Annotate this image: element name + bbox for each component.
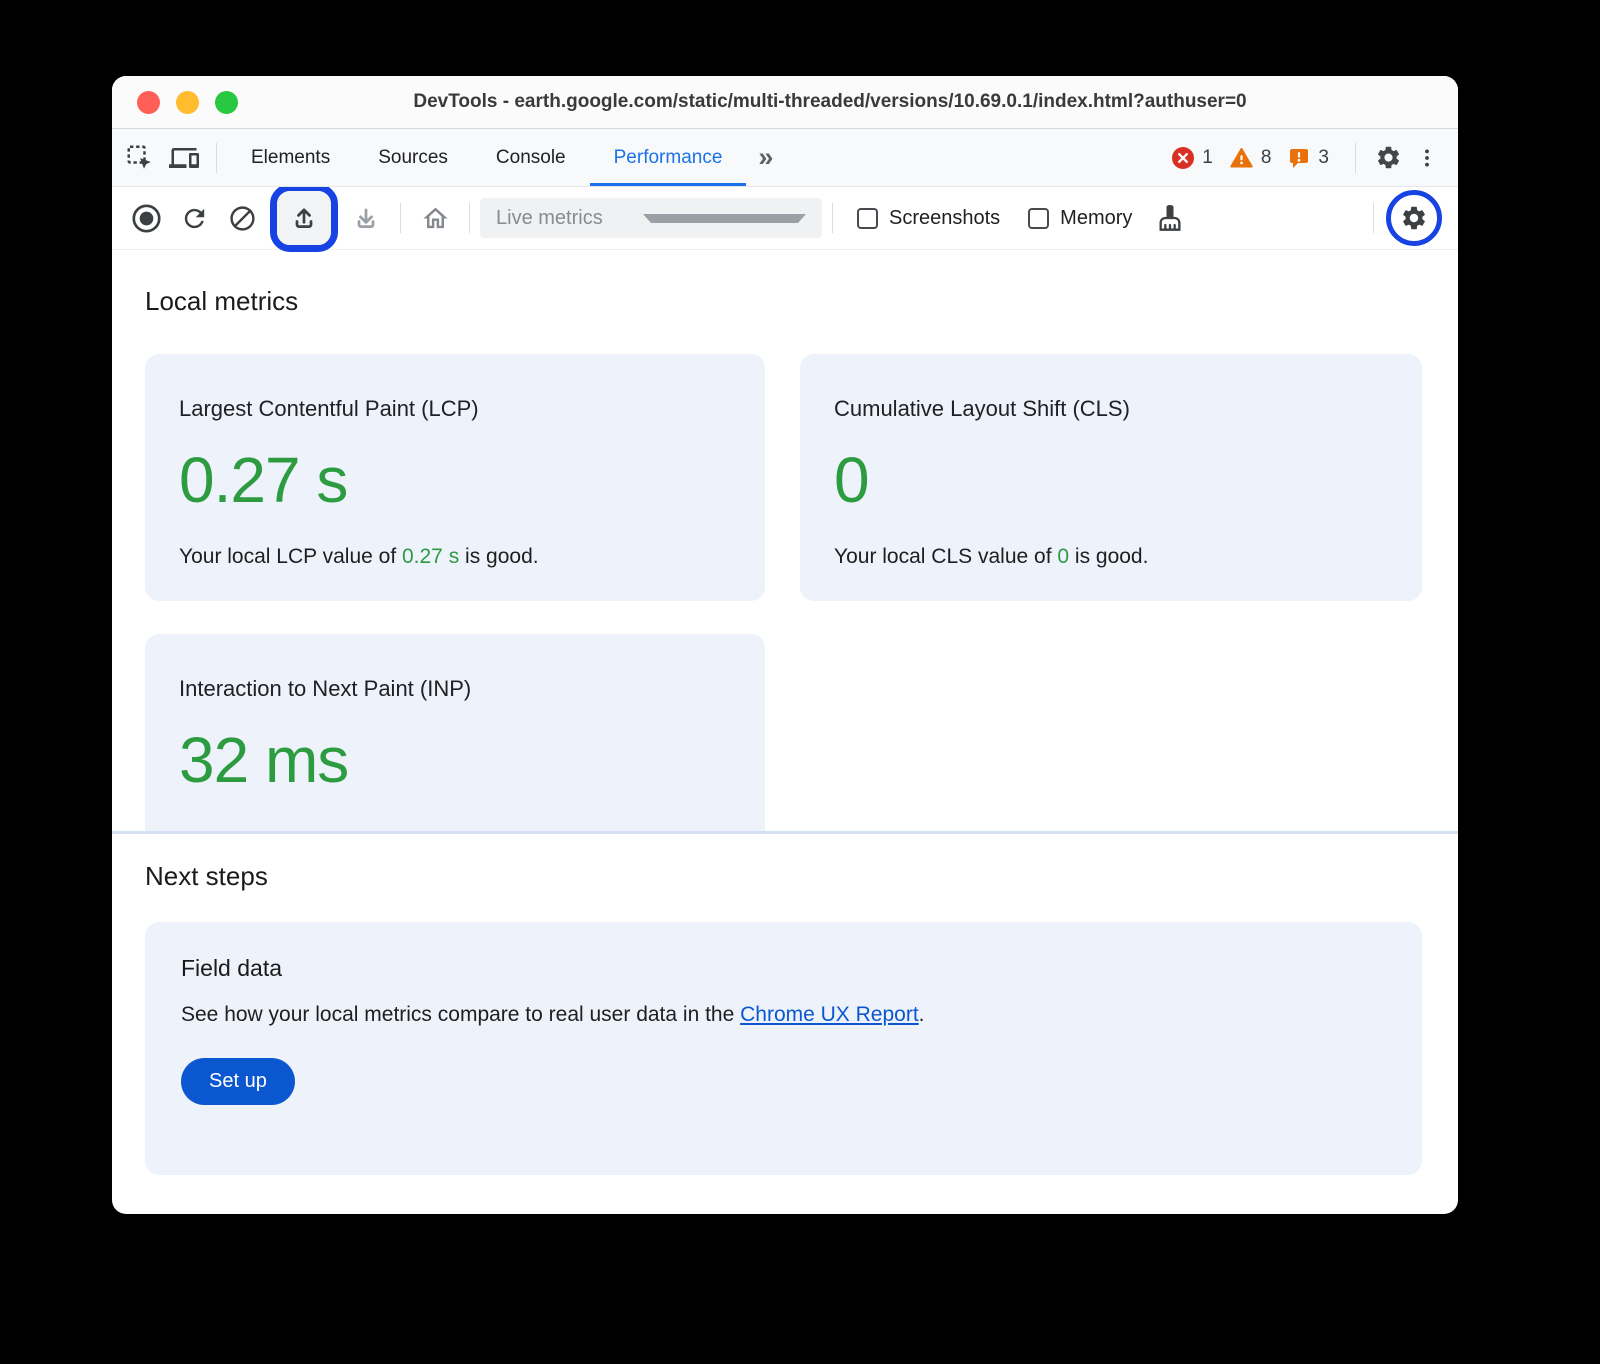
warning-count: 8 <box>1261 147 1272 169</box>
tab-elements[interactable]: Elements <box>227 129 354 186</box>
window-titlebar: DevTools - earth.google.com/static/multi… <box>112 76 1458 129</box>
issues-badge[interactable]: 3 <box>1287 146 1329 170</box>
minimize-window-button[interactable] <box>176 91 199 114</box>
lcp-description: Your local LCP value of 0.27 s is good. <box>179 545 731 569</box>
zoom-window-button[interactable] <box>215 91 238 114</box>
lcp-value: 0.27 s <box>179 448 731 512</box>
devtools-window: DevTools - earth.google.com/static/multi… <box>112 76 1458 1214</box>
next-steps-heading: Next steps <box>145 834 1422 922</box>
window-title: DevTools - earth.google.com/static/multi… <box>112 91 1458 113</box>
tab-sources[interactable]: Sources <box>354 129 472 186</box>
inp-value: 32 ms <box>179 728 731 792</box>
upload-annotation-highlight <box>270 184 338 252</box>
error-count: 1 <box>1202 147 1213 169</box>
more-tabs-button[interactable]: » <box>746 142 783 173</box>
cls-metric-card: Cumulative Layout Shift (CLS) 0 Your loc… <box>800 354 1422 601</box>
capture-settings-button[interactable] <box>1394 198 1434 238</box>
issues-icon <box>1287 146 1311 170</box>
console-errors-badge[interactable]: 1 <box>1171 146 1213 170</box>
field-data-text-prefix: See how your local metrics compare to re… <box>181 1003 740 1026</box>
devtools-tab-bar: Elements Sources Console Performance » 1… <box>112 129 1458 187</box>
record-and-reload-button[interactable] <box>170 194 218 242</box>
console-warnings-badge[interactable]: 8 <box>1229 146 1272 170</box>
settings-annotation-highlight <box>1386 190 1442 246</box>
memory-toggle[interactable]: Memory <box>1028 207 1132 230</box>
devtools-settings-button[interactable] <box>1366 136 1410 180</box>
cls-description: Your local CLS value of 0 is good. <box>834 545 1388 569</box>
lcp-desc-value: 0.27 s <box>402 545 459 568</box>
upload-icon <box>289 203 319 233</box>
chevron-down-icon <box>643 214 806 223</box>
home-icon <box>421 204 450 233</box>
performance-toolbar: Live metrics Screenshots Memory <box>112 187 1458 250</box>
save-profile-button[interactable] <box>342 194 390 242</box>
device-toolbar-icon <box>169 143 199 173</box>
clear-button[interactable] <box>218 194 266 242</box>
gear-icon <box>1375 144 1402 171</box>
cls-card-title: Cumulative Layout Shift (CLS) <box>834 396 1388 422</box>
load-profile-button[interactable] <box>277 191 331 245</box>
error-icon <box>1171 146 1195 170</box>
gear-icon <box>1400 204 1428 232</box>
warning-icon <box>1229 146 1254 170</box>
cleaning-brush-icon <box>1156 204 1184 232</box>
screenshots-checkbox[interactable] <box>857 208 878 229</box>
lcp-desc-suffix: is good. <box>459 545 538 568</box>
close-window-button[interactable] <box>137 91 160 114</box>
toolbar-divider <box>1373 203 1374 233</box>
home-button[interactable] <box>411 194 459 242</box>
history-dropdown-value: Live metrics <box>496 207 643 230</box>
memory-label: Memory <box>1060 207 1132 230</box>
record-icon <box>131 203 162 234</box>
record-button[interactable] <box>122 194 170 242</box>
download-icon <box>351 203 381 233</box>
cls-desc-prefix: Your local CLS value of <box>834 545 1057 568</box>
chrome-ux-report-link[interactable]: Chrome UX Report <box>740 1003 919 1026</box>
inspect-element-button[interactable] <box>118 136 162 180</box>
screenshots-toggle[interactable]: Screenshots <box>857 207 1000 230</box>
tabbar-divider <box>1355 143 1356 173</box>
block-icon <box>228 204 257 233</box>
set-up-button[interactable]: Set up <box>181 1058 295 1105</box>
reload-icon <box>180 204 209 233</box>
inp-metric-card: Interaction to Next Paint (INP) 32 ms <box>145 634 765 831</box>
live-metrics-view: Local metrics Largest Contentful Paint (… <box>112 250 1458 1175</box>
cls-desc-value: 0 <box>1057 545 1069 568</box>
inp-card-title: Interaction to Next Paint (INP) <box>179 676 731 702</box>
toggle-device-toolbar-button[interactable] <box>162 136 206 180</box>
metric-cards-grid: Largest Contentful Paint (LCP) 0.27 s Yo… <box>145 354 1422 831</box>
field-data-text-suffix: . <box>919 1003 925 1026</box>
tab-performance[interactable]: Performance <box>590 129 747 186</box>
inspect-cursor-icon <box>125 143 155 173</box>
cls-value: 0 <box>834 448 1388 512</box>
issue-count: 3 <box>1318 147 1329 169</box>
field-data-description: See how your local metrics compare to re… <box>181 1003 1386 1027</box>
toolbar-divider <box>832 203 833 233</box>
lcp-metric-card: Largest Contentful Paint (LCP) 0.27 s Yo… <box>145 354 765 601</box>
lcp-desc-prefix: Your local LCP value of <box>179 545 402 568</box>
field-data-card: Field data See how your local metrics co… <box>145 922 1422 1175</box>
lcp-card-title: Largest Contentful Paint (LCP) <box>179 396 731 422</box>
kebab-menu-icon <box>1415 146 1439 170</box>
history-dropdown[interactable]: Live metrics <box>480 198 822 238</box>
screenshots-label: Screenshots <box>889 207 1000 230</box>
window-controls <box>137 76 238 128</box>
local-metrics-heading: Local metrics <box>145 250 1422 354</box>
devtools-menu-button[interactable] <box>1410 136 1444 180</box>
toolbar-divider <box>469 203 470 233</box>
field-data-title: Field data <box>181 955 1386 982</box>
toolbar-divider <box>400 203 401 233</box>
tab-console[interactable]: Console <box>472 129 590 186</box>
collect-garbage-button[interactable] <box>1146 194 1194 242</box>
tabbar-divider <box>216 143 217 173</box>
cls-desc-suffix: is good. <box>1069 545 1148 568</box>
memory-checkbox[interactable] <box>1028 208 1049 229</box>
